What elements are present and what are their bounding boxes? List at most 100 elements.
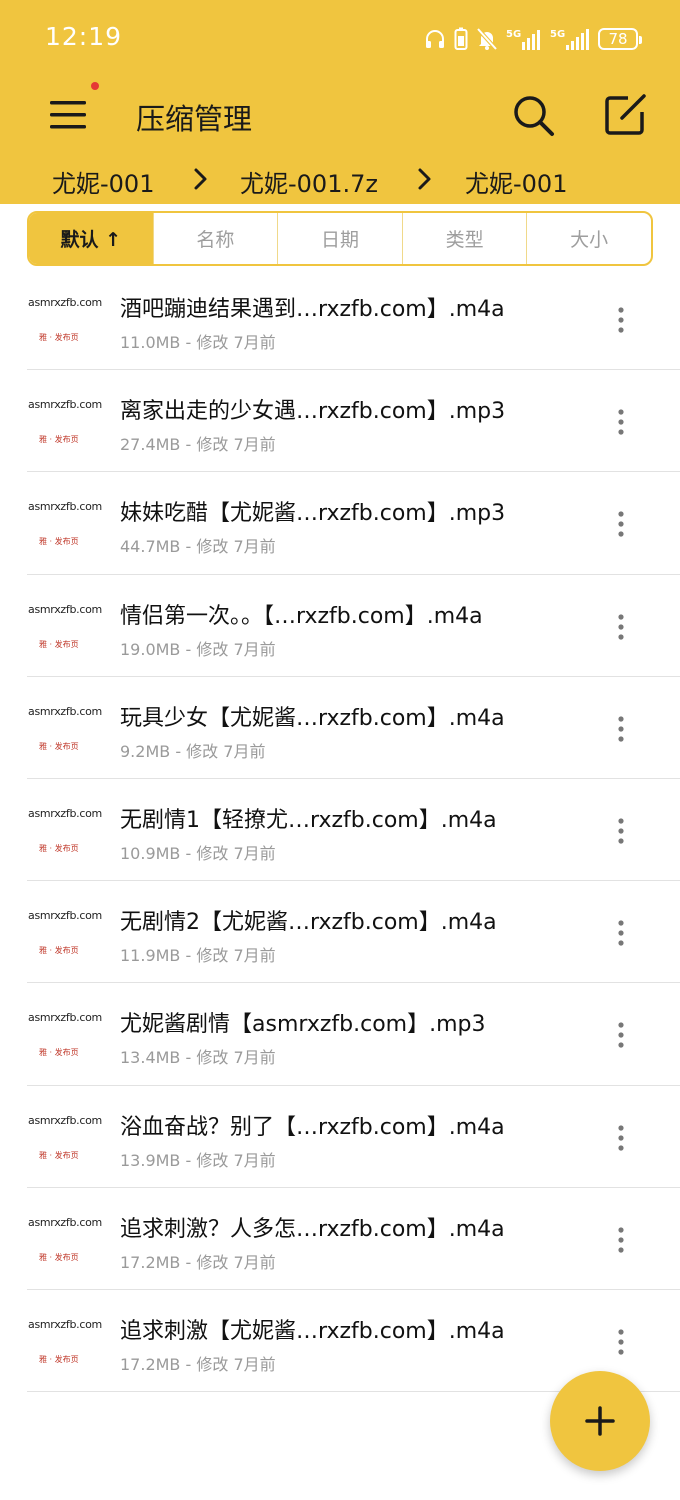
thumbnail-site: asmrxzfb.com [28,296,102,309]
more-vert-icon[interactable] [610,713,632,745]
thumbnail-caption: 雅 · 发布页 [39,1150,79,1160]
list-item[interactable]: asmrxzfb.com 雅 · 发布页 尤妮酱剧情【asmrxzfb.com】… [0,983,680,1086]
sort-tab-date[interactable]: 日期 [277,213,402,264]
chevron-right-icon [418,168,431,190]
chevron-right-icon [194,168,207,190]
list-item[interactable]: asmrxzfb.com 雅 · 发布页 酒吧蹦迪结果遇到…rxzfb.com】… [0,268,680,371]
headphones-icon [426,30,444,48]
file-meta: 11.9MB - 修改 7月前 [120,946,276,966]
battery-indicator: 78 [598,28,642,50]
file-meta: 10.9MB - 修改 7月前 [120,843,276,863]
file-name: 尤妮酱剧情【asmrxzfb.com】.mp3 [120,1012,486,1038]
thumbnail-site: asmrxzfb.com [28,602,102,616]
file-thumbnail: asmrxzfb.com 雅 · 发布页 [24,701,102,757]
battery-saver-icon [454,27,468,50]
file-name: 浴血奋战？别了【…rxzfb.com】.m4a [120,1114,505,1140]
thumbnail-site: asmrxzfb.com [28,704,102,718]
list-item[interactable]: asmrxzfb.com 雅 · 发布页 玩具少女【尤妮酱…rxzfb.com】… [0,677,680,780]
breadcrumb: 尤妮-001 尤妮-001.7z 尤妮-001 [0,160,680,204]
thumbnail-caption: 雅 · 发布页 [39,1354,79,1364]
file-thumbnail: asmrxzfb.com 雅 · 发布页 [24,1314,102,1370]
thumbnail-site: asmrxzfb.com [28,806,102,820]
sort-bar: 默认 ↑ 名称 日期 类型 大小 [27,211,653,266]
thumbnail-site: asmrxzfb.com [28,500,102,514]
thumbnail-caption: 雅 · 发布页 [39,537,79,547]
list-item[interactable]: asmrxzfb.com 雅 · 发布页 无剧情2【尤妮酱…rxzfb.com】… [0,881,680,984]
status-time: 12:19 [45,22,123,51]
thumbnail-site: asmrxzfb.com [28,1113,102,1127]
file-thumbnail: asmrxzfb.com 雅 · 发布页 [24,292,102,348]
thumbnail-caption: 雅 · 发布页 [39,946,79,956]
sort-tab-type[interactable]: 类型 [401,213,527,264]
more-vert-icon[interactable] [610,611,632,643]
thumbnail-site: asmrxzfb.com [28,1011,102,1025]
edit-icon[interactable] [600,90,650,140]
more-vert-icon[interactable] [610,1224,632,1256]
list-item[interactable]: asmrxzfb.com 雅 · 发布页 离家出走的少女遇…rxzfb.com】… [0,370,680,473]
file-meta: 13.4MB - 修改 7月前 [120,1048,276,1068]
file-meta: 17.2MB - 修改 7月前 [120,1354,276,1374]
status-icons: 5G 5G 78 [424,22,642,56]
file-thumbnail: asmrxzfb.com 雅 · 发布页 [24,905,102,961]
menu-icon[interactable] [44,90,94,140]
thumbnail-site: asmrxzfb.com [28,398,102,412]
more-vert-icon[interactable] [610,508,632,540]
svg-text:5G: 5G [550,29,565,40]
file-thumbnail: asmrxzfb.com 雅 · 发布页 [24,1212,102,1268]
more-vert-icon[interactable] [610,815,632,847]
battery-level: 78 [608,30,628,48]
file-meta: 9.2MB - 修改 7月前 [120,741,266,761]
file-name: 离家出走的少女遇…rxzfb.com】.mp3 [120,399,506,425]
breadcrumb-item[interactable]: 尤妮-001 [52,164,154,199]
sort-tab-size[interactable]: 大小 [526,213,651,264]
list-item[interactable]: asmrxzfb.com 雅 · 发布页 情侣第一次。。【…rxzfb.com】… [0,575,680,677]
list-item[interactable]: asmrxzfb.com 雅 · 发布页 妹妹吃醋【尤妮酱…rxzfb.com】… [0,472,680,575]
more-vert-icon[interactable] [610,1019,632,1051]
more-vert-icon[interactable] [610,304,632,336]
file-name: 追求刺激？人多怎…rxzfb.com】.m4a [120,1216,505,1242]
toolbar: 压缩管理 [0,78,680,154]
file-thumbnail: asmrxzfb.com 雅 · 发布页 [24,1110,102,1166]
app-header: 12:19 5G 5G 78 压缩管理 尤妮-001 尤妮-001.7z 尤妮-… [0,0,680,204]
sort-tab-default[interactable]: 默认 ↑ [29,213,153,264]
list-item[interactable]: asmrxzfb.com 雅 · 发布页 浴血奋战？别了【…rxzfb.com】… [0,1086,680,1188]
file-meta: 13.9MB - 修改 7月前 [120,1150,276,1170]
file-meta: 44.7MB - 修改 7月前 [120,537,276,557]
file-meta: 11.0MB - 修改 7月前 [120,333,276,352]
file-thumbnail: asmrxzfb.com 雅 · 发布页 [24,599,102,655]
file-name: 情侣第一次。。【…rxzfb.com】.m4a [120,603,483,629]
thumbnail-caption: 雅 · 发布页 [39,639,79,649]
file-meta: 27.4MB - 修改 7月前 [120,435,276,455]
status-bar: 12:19 5G 5G 78 [0,0,680,78]
more-vert-icon[interactable] [610,406,632,438]
file-name: 酒吧蹦迪结果遇到…rxzfb.com】.m4a [120,297,505,322]
breadcrumb-item[interactable]: 尤妮-001.7z [240,164,378,199]
mute-icon [476,27,498,51]
file-name: 妹妹吃醋【尤妮酱…rxzfb.com】.mp3 [120,501,506,527]
file-thumbnail: asmrxzfb.com 雅 · 发布页 [24,1007,102,1063]
file-name: 无剧情2【尤妮酱…rxzfb.com】.m4a [120,910,497,936]
file-name: 追求刺激【尤妮酱…rxzfb.com】.m4a [120,1318,505,1344]
thumbnail-site: asmrxzfb.com [28,1215,102,1229]
thumbnail-caption: 雅 · 发布页 [39,1048,79,1058]
plus-icon [585,1406,615,1436]
list-item[interactable]: asmrxzfb.com 雅 · 发布页 无剧情1【轻撩尤…rxzfb.com】… [0,779,680,882]
add-button[interactable] [550,1371,650,1471]
more-vert-icon[interactable] [610,917,632,949]
signal-5g-icon: 5G [550,29,589,50]
breadcrumb-item-current[interactable]: 尤妮-001 [465,164,567,199]
thumbnail-caption: 雅 · 发布页 [39,333,79,342]
search-icon[interactable] [508,90,558,140]
thumbnail-caption: 雅 · 发布页 [39,741,79,751]
file-name: 无剧情1【轻撩尤…rxzfb.com】.m4a [120,807,497,833]
thumbnail-caption: 雅 · 发布页 [39,1252,79,1262]
file-meta: 17.2MB - 修改 7月前 [120,1252,276,1272]
page-title: 压缩管理 [136,102,253,136]
list-item[interactable]: asmrxzfb.com 雅 · 发布页 追求刺激？人多怎…rxzfb.com】… [0,1188,680,1291]
sort-tab-name[interactable]: 名称 [152,213,278,264]
more-vert-icon[interactable] [610,1326,632,1358]
file-thumbnail: asmrxzfb.com 雅 · 发布页 [24,803,102,859]
file-thumbnail: asmrxzfb.com 雅 · 发布页 [24,394,102,450]
signal-5g-icon: 5G [506,29,540,50]
more-vert-icon[interactable] [610,1122,632,1154]
